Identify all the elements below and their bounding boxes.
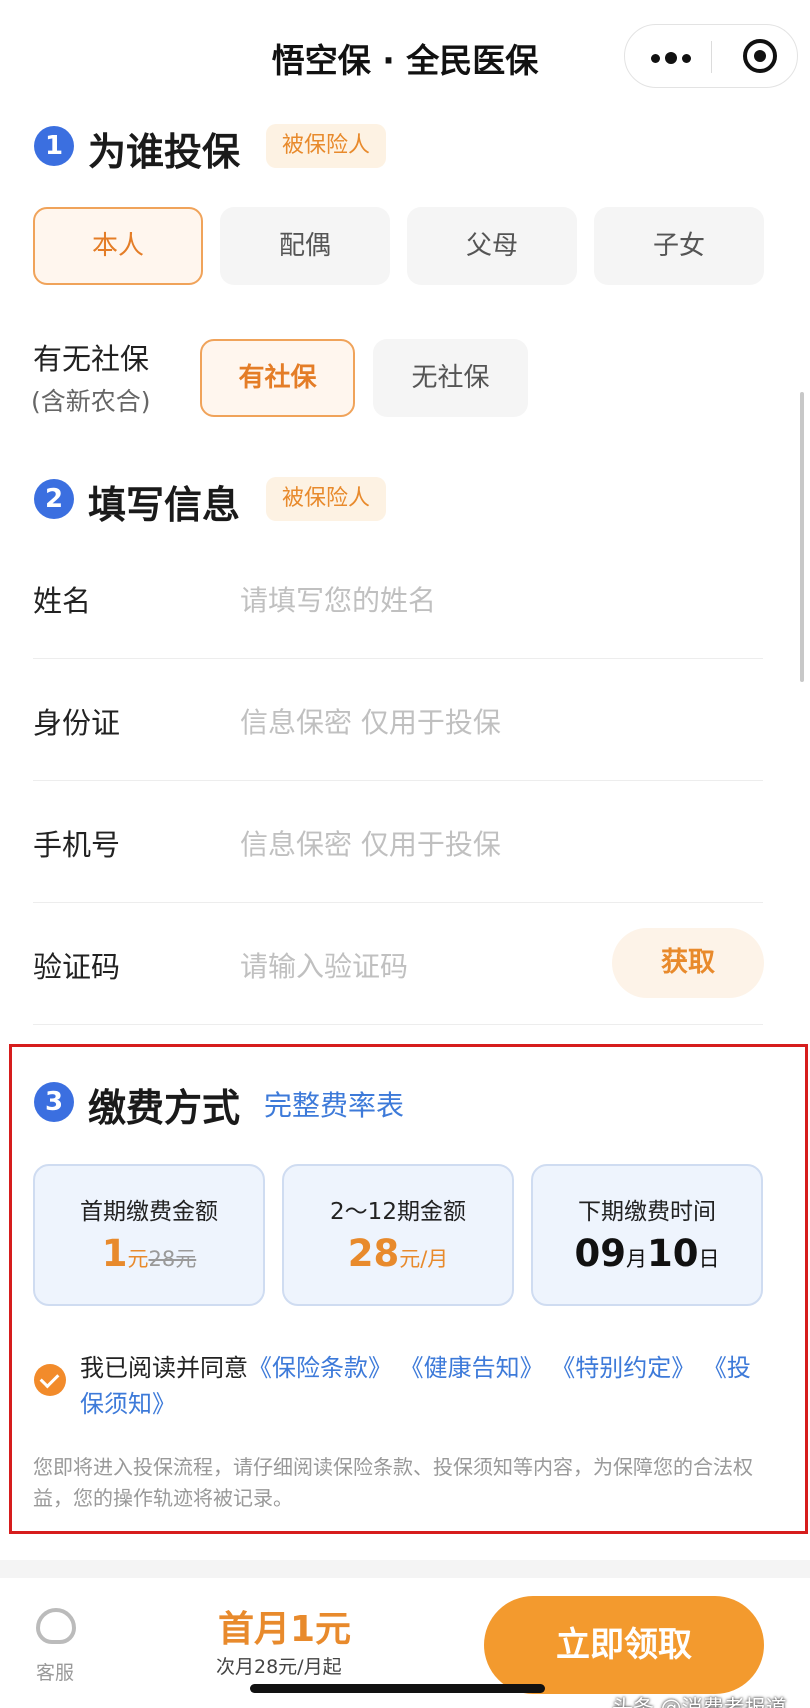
social-insurance-label: 有无社保	[33, 342, 150, 376]
next-day: 10	[647, 1232, 699, 1275]
rate-table-link[interactable]: 完整费率表	[264, 1084, 404, 1124]
record-notice: 您即将进入投保流程，请仔细阅读保险条款、投保须知等内容，为保障您的合法权益，您的…	[33, 1455, 753, 1510]
step-number-2: 2	[34, 479, 74, 519]
link-insurance-terms[interactable]: 《保险条款》	[248, 1354, 392, 1382]
month-unit: 月	[626, 1247, 647, 1271]
step-number-3: 3	[34, 1082, 74, 1122]
original-price: 28元	[148, 1247, 197, 1271]
close-target-icon[interactable]	[743, 39, 777, 73]
field-divider	[33, 658, 763, 659]
claim-now-button[interactable]: 立即领取	[484, 1596, 764, 1694]
get-code-button[interactable]: 获取	[612, 928, 764, 998]
next-payment-card: 下期缴费时间 09月10日	[531, 1164, 763, 1306]
insured-tag: 被保险人	[266, 124, 387, 168]
field-divider	[33, 780, 763, 781]
card-value: 09月10日	[533, 1232, 761, 1275]
field-divider	[33, 1024, 763, 1025]
monthly-unit: 元/月	[399, 1247, 449, 1271]
nav-header: 悟空保 · 全民医保	[0, 0, 810, 115]
field-divider	[33, 902, 763, 903]
option-children[interactable]: 子女	[594, 207, 764, 285]
monthly-payment-card: 2～12期金额 28元/月	[282, 1164, 514, 1306]
name-label: 姓名	[33, 584, 92, 618]
home-indicator	[250, 1684, 545, 1693]
option-has-social-insurance[interactable]: 有社保	[200, 339, 355, 417]
customer-service-icon[interactable]	[36, 1608, 76, 1644]
agree-prefix: 我已阅读并同意	[80, 1354, 248, 1382]
first-month-price: 首月1元	[218, 1609, 352, 1650]
capsule-divider	[711, 41, 712, 73]
social-insurance-sublabel: (含新农合)	[31, 387, 151, 416]
currency-unit: 元	[127, 1247, 149, 1271]
next-month: 09	[574, 1232, 627, 1275]
agree-checkbox[interactable]	[34, 1364, 66, 1396]
card-label: 首期缴费金额	[80, 1199, 218, 1225]
link-special-agreement[interactable]: 《特别约定》	[551, 1354, 695, 1382]
monthly-amount: 28	[347, 1232, 400, 1275]
option-spouse[interactable]: 配偶	[220, 207, 390, 285]
section-gap	[0, 1560, 810, 1578]
link-health-notice[interactable]: 《健康告知》	[400, 1354, 544, 1382]
card-value: 28元/月	[284, 1232, 512, 1275]
option-no-social-insurance[interactable]: 无社保	[373, 339, 528, 417]
card-label: 2～12期金额	[330, 1199, 466, 1225]
step-number-1: 1	[34, 126, 74, 166]
option-parents[interactable]: 父母	[407, 207, 577, 285]
step-title-insured: 为谁投保	[88, 130, 241, 174]
customer-service-label[interactable]: 客服	[36, 1658, 74, 1685]
verify-code-input[interactable]: 请输入验证码	[240, 945, 408, 985]
miniprogram-capsule	[624, 24, 798, 88]
id-card-input[interactable]: 信息保密 仅用于投保	[240, 701, 501, 741]
card-label: 下期缴费时间	[578, 1199, 716, 1225]
phone-input[interactable]: 信息保密 仅用于投保	[240, 823, 501, 863]
watermark: 头条 @消费者报道	[612, 1696, 787, 1708]
day-unit: 日	[698, 1247, 720, 1271]
card-value: 1元28元	[35, 1232, 263, 1275]
agreement-text: 我已阅读并同意《保险条款》 《健康告知》 《特别约定》 《投保须知》	[80, 1350, 770, 1422]
id-card-label: 身份证	[33, 706, 121, 740]
next-month-price: 次月28元/月起	[216, 1656, 342, 1678]
name-input[interactable]: 请填写您的姓名	[240, 579, 436, 619]
insured-tag-2: 被保险人	[266, 477, 387, 521]
verify-code-label: 验证码	[33, 950, 121, 984]
step-title-payment: 缴费方式	[88, 1086, 241, 1130]
first-payment-card: 首期缴费金额 1元28元	[33, 1164, 265, 1306]
scrollbar[interactable]	[800, 392, 804, 682]
step-title-info: 填写信息	[88, 483, 241, 527]
phone-label: 手机号	[33, 828, 121, 862]
more-icon[interactable]	[651, 52, 691, 64]
first-payment-amount: 1	[101, 1232, 128, 1275]
option-self[interactable]: 本人	[33, 207, 203, 285]
